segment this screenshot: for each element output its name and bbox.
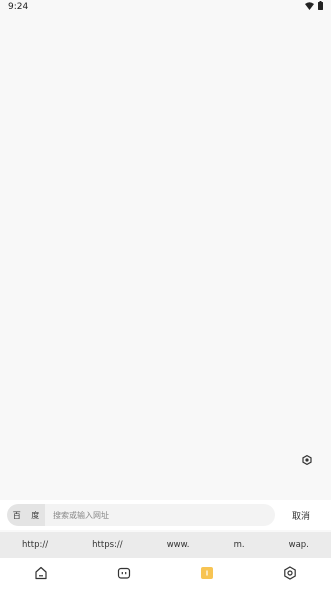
status-time: 9:24 [8,2,29,12]
floating-settings-button[interactable] [299,451,315,467]
quick-input-bar: http:// https:// www. m. wap. [0,532,331,558]
wifi-icon [305,1,314,13]
nav-home-button[interactable] [26,559,56,589]
robot-icon [117,565,131,584]
status-bar: 9:24 [0,0,331,14]
quick-input-wap[interactable]: wap. [283,536,315,554]
cancel-button[interactable]: 取消 [292,509,310,522]
bottom-nav [0,558,331,590]
quick-input-m[interactable]: m. [228,536,251,554]
quick-input-https[interactable]: https:// [86,536,128,554]
search-engine-selector[interactable]: 百 度 [7,504,45,526]
quick-input-www[interactable]: www. [161,536,196,554]
battery-icon [318,1,323,13]
search-input[interactable] [45,504,275,526]
browser-screen: 9:24 百 度 取消 http:// https:// www. m. [0,0,331,590]
nav-tabs-button[interactable] [192,559,222,589]
status-icons [305,1,323,13]
search-bar: 百 度 取消 [0,500,331,530]
search-box: 百 度 [7,504,275,526]
nav-settings-button[interactable] [275,559,305,589]
home-icon [34,565,48,584]
settings-hexagon-icon [302,450,312,469]
tabs-count-icon [200,565,214,584]
nav-assistant-button[interactable] [109,559,139,589]
quick-input-http[interactable]: http:// [16,536,54,554]
settings-hexagon-icon [283,565,297,584]
